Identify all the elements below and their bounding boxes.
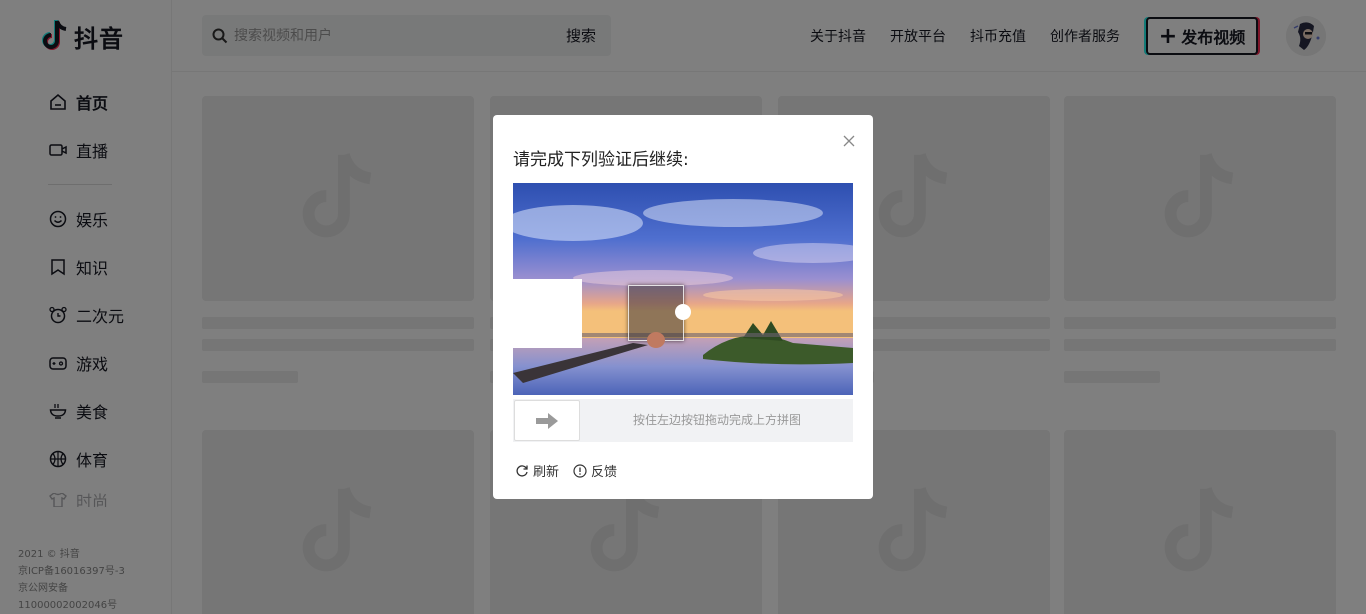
slider-hint: 按住左边按钮拖动完成上方拼图 bbox=[632, 413, 801, 427]
slider-handle[interactable] bbox=[514, 400, 580, 441]
info-icon bbox=[573, 463, 587, 478]
feedback-label: 反馈 bbox=[591, 465, 618, 480]
captcha-actions: 刷新 反馈 bbox=[515, 461, 617, 480]
feedback-button[interactable]: 反馈 bbox=[573, 461, 617, 480]
captcha-slider-track: 按住左边按钮拖动完成上方拼图 bbox=[513, 399, 853, 442]
refresh-button[interactable]: 刷新 bbox=[515, 461, 559, 480]
refresh-label: 刷新 bbox=[533, 465, 560, 480]
captcha-dialog: 请完成下列验证后继续: 按住左边按钮拖动完成上方拼图 刷新 反馈 bbox=[493, 115, 873, 499]
puzzle-gap bbox=[513, 279, 582, 348]
captcha-title: 请完成下列验证后继续: bbox=[513, 150, 689, 170]
close-icon[interactable] bbox=[841, 133, 857, 149]
captcha-puzzle-image bbox=[513, 183, 853, 395]
arrow-right-icon bbox=[536, 412, 558, 429]
refresh-icon bbox=[516, 464, 528, 477]
puzzle-piece bbox=[628, 285, 691, 348]
